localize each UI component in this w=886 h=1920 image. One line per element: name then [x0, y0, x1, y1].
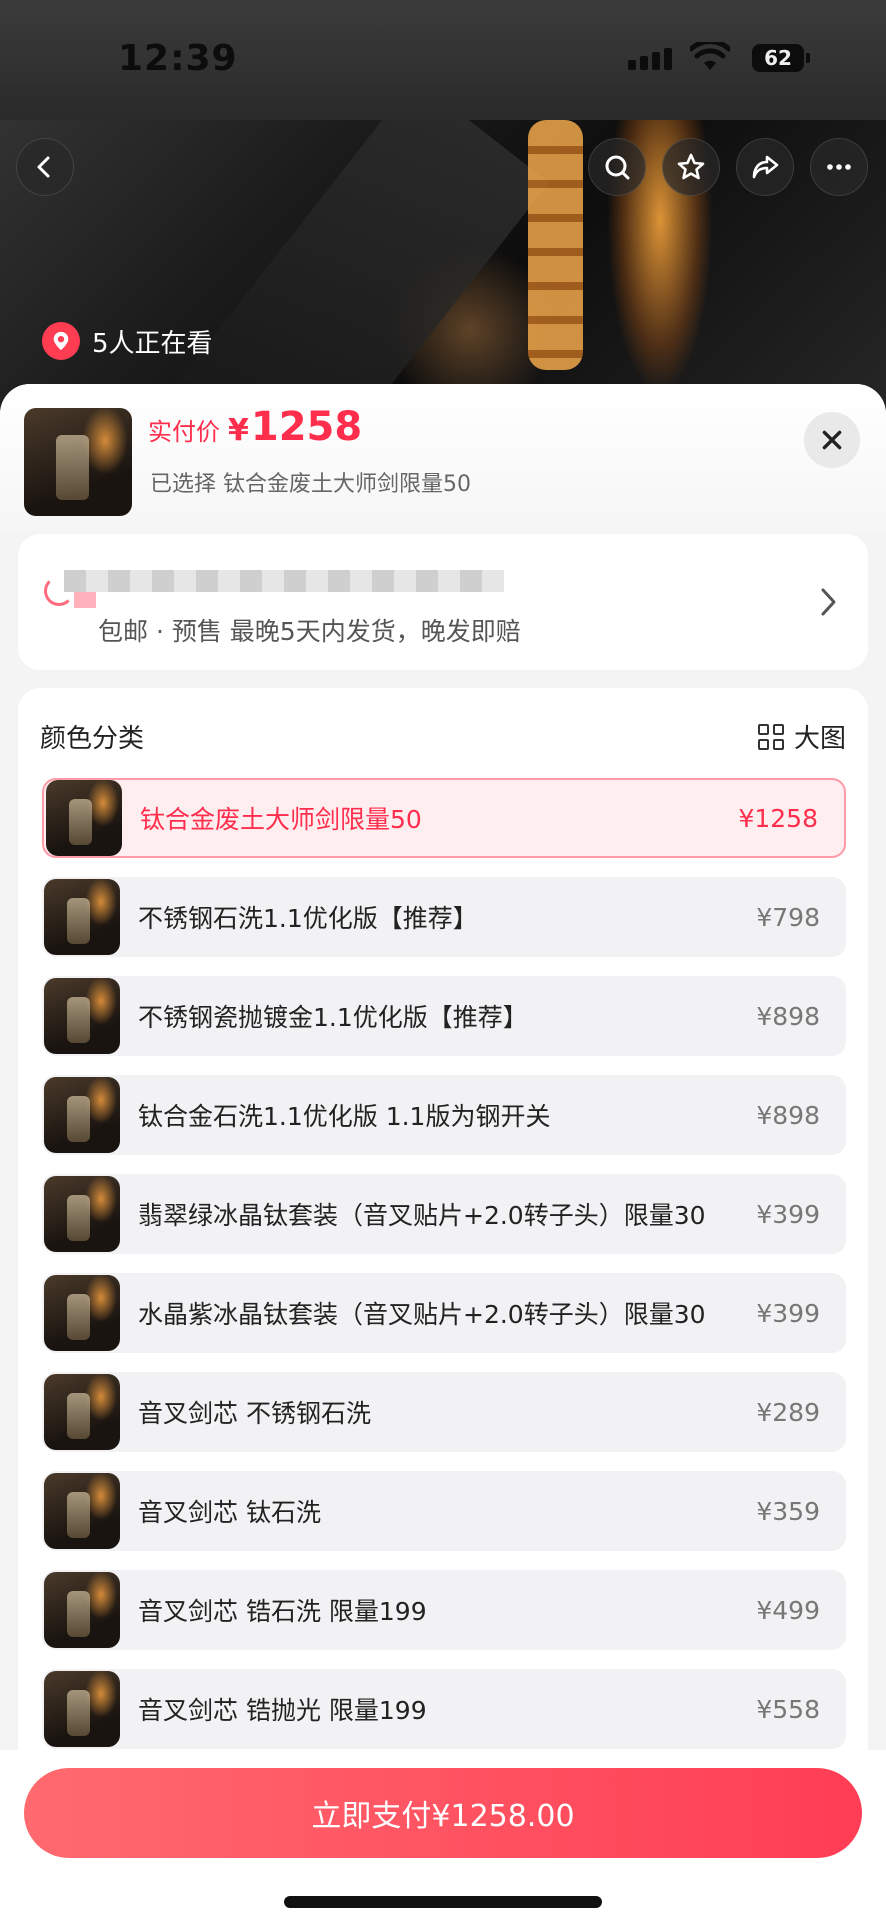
grid-icon: [757, 723, 784, 750]
back-button[interactable]: [16, 138, 74, 196]
variant-name: 钛合金废土大师剑限量50: [140, 805, 422, 834]
variant-name: 水晶紫冰晶钛套装（音叉贴片+2.0转子头）限量30: [138, 1300, 706, 1329]
signal-icon: [628, 48, 672, 70]
more-button[interactable]: [810, 138, 868, 196]
hero-glow-shape: [528, 120, 583, 370]
close-icon: [822, 430, 842, 450]
variant-name: 音叉剑芯 钛石洗: [138, 1498, 321, 1527]
location-icon: [42, 322, 80, 360]
variant-thumbnail: [44, 1572, 120, 1648]
search-button[interactable]: [588, 138, 646, 196]
pay-now-button[interactable]: 立即支付¥1258.00: [24, 1768, 862, 1858]
favorite-button[interactable]: [662, 138, 720, 196]
close-button[interactable]: [804, 412, 860, 468]
big-image-toggle[interactable]: 大图: [757, 718, 846, 755]
variant-thumbnail: [44, 1275, 120, 1351]
home-indicator: [284, 1896, 602, 1908]
variant-price: ¥289: [756, 1397, 820, 1427]
share-button[interactable]: [736, 138, 794, 196]
selected-variant-text: 已选择 钛合金废土大师剑限量50: [150, 472, 471, 497]
variant-option[interactable]: 音叉剑芯 不锈钢石洗 ¥289: [42, 1372, 846, 1452]
variants-title: 颜色分类: [40, 724, 145, 754]
hero-slab-shape: [181, 77, 549, 420]
variant-thumbnail: [44, 1077, 120, 1153]
price-value: 1258: [250, 404, 363, 450]
variant-name: 音叉剑芯 锆抛光 限量199: [138, 1696, 427, 1725]
more-icon: [827, 164, 851, 170]
variant-name: 音叉剑芯 锆石洗 限量199: [138, 1597, 427, 1626]
variant-option[interactable]: 不锈钢瓷抛镀金1.1优化版【推荐】 ¥898: [42, 976, 846, 1056]
variant-thumbnail: [44, 978, 120, 1054]
variant-thumbnail: [44, 1176, 120, 1252]
share-icon: [752, 155, 779, 179]
viewers-text: 5人正在看: [92, 328, 213, 359]
viewers-badge: 5人正在看: [36, 316, 231, 366]
variant-option[interactable]: 音叉剑芯 锆石洗 限量199 ¥499: [42, 1570, 846, 1650]
variant-price: ¥898: [756, 1100, 820, 1130]
sku-selector-sheet: 实付价 ¥ 1258 已选择 钛合金废土大师剑限量50 包邮 · 预售 最晚5天…: [0, 384, 886, 1920]
variant-option[interactable]: 音叉剑芯 锆抛光 限量199 ¥558: [42, 1669, 846, 1749]
variant-price: ¥399: [756, 1298, 820, 1328]
product-thumbnail[interactable]: [24, 408, 132, 516]
variant-name: 不锈钢瓷抛镀金1.1优化版【推荐】: [138, 1003, 528, 1032]
variant-option[interactable]: 不锈钢石洗1.1优化版【推荐】 ¥798: [42, 877, 846, 957]
star-icon: [677, 153, 705, 180]
variant-price: ¥898: [756, 1001, 820, 1031]
pay-bar: 立即支付¥1258.00: [0, 1750, 886, 1920]
back-icon: [37, 156, 50, 178]
variant-thumbnail: [44, 879, 120, 955]
big-image-label: 大图: [793, 724, 846, 754]
variant-price: ¥558: [756, 1694, 820, 1724]
variant-name: 翡翠绿冰晶钛套装（音叉贴片+2.0转子头）限量30: [138, 1201, 706, 1230]
variant-price: ¥1258: [738, 803, 818, 833]
variant-thumbnail: [44, 1671, 120, 1747]
variant-name: 音叉剑芯 不锈钢石洗: [138, 1399, 371, 1428]
variants-card: 颜色分类 大图 钛合金废土大师剑限量50 ¥1258 不锈钢石洗1.1优化版【推荐】…: [18, 688, 868, 1920]
price-label: 实付价: [148, 418, 220, 446]
status-bar: 12:39 62: [0, 0, 886, 120]
variant-price: ¥499: [756, 1595, 820, 1625]
variant-thumbnail: [46, 780, 122, 856]
variant-option[interactable]: 音叉剑芯 钛石洗 ¥359: [42, 1471, 846, 1551]
sheet-header: 实付价 ¥ 1258 已选择 钛合金废土大师剑限量50: [0, 384, 886, 532]
variant-price: ¥359: [756, 1496, 820, 1526]
variant-option[interactable]: 翡翠绿冰晶钛套装（音叉贴片+2.0转子头）限量30 ¥399: [42, 1174, 846, 1254]
variant-price: ¥399: [756, 1199, 820, 1229]
search-icon: [605, 155, 630, 180]
variant-price: ¥798: [756, 902, 820, 932]
status-time: 12:39: [118, 38, 238, 79]
variant-thumbnail: [44, 1374, 120, 1450]
variant-name: 不锈钢石洗1.1优化版【推荐】: [138, 904, 478, 933]
variant-option[interactable]: 钛合金废土大师剑限量50 ¥1258: [42, 778, 846, 858]
price-currency: ¥: [228, 413, 249, 448]
chevron-right-icon: [821, 588, 836, 616]
wifi-icon: [690, 42, 730, 70]
battery-indicator: 62: [752, 44, 810, 72]
variant-thumbnail: [44, 1473, 120, 1549]
redacted-address: [64, 570, 504, 592]
price-line: 实付价 ¥ 1258: [148, 404, 362, 450]
shipping-card[interactable]: 包邮 · 预售 最晚5天内发货，晚发即赔: [18, 534, 868, 670]
variant-option[interactable]: 钛合金石洗1.1优化版 1.1版为钢开关 ¥898: [42, 1075, 846, 1155]
shipping-text: 包邮 · 预售 最晚5天内发货，晚发即赔: [98, 617, 521, 646]
variant-name: 钛合金石洗1.1优化版 1.1版为钢开关: [138, 1102, 551, 1131]
variant-option[interactable]: 水晶紫冰晶钛套装（音叉贴片+2.0转子头）限量30 ¥399: [42, 1273, 846, 1353]
